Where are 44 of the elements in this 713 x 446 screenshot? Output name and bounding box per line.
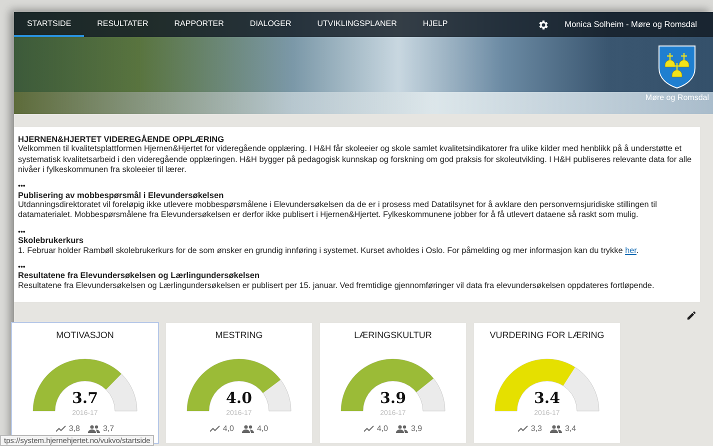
edit-pencil-icon[interactable] (686, 310, 697, 321)
trend-line-icon (518, 425, 528, 432)
nav-tab[interactable]: DIALOGER (236, 12, 304, 37)
news-title: Skolebrukerkurs (18, 235, 84, 246)
settings-icon[interactable] (536, 18, 549, 30)
news-text: Resultatene fra Elevundersøkelsen og Lærlingundersøkelsen er publisert per 15. januar. Ved fremtidige gjennomføringer vil data fra elevundersøkelsen oppdateres fortløpende. (18, 280, 656, 291)
card-title: MESTRING (215, 329, 263, 342)
people-icon (88, 424, 100, 432)
group-value: 3,9 (411, 422, 422, 434)
trend-value: 3,3 (530, 422, 542, 434)
trend-value: 4,0 (376, 422, 388, 434)
nav-tab[interactable]: RAPPORTER (161, 12, 237, 37)
people-icon (242, 424, 254, 432)
nav-tab[interactable]: RESULTATER (84, 12, 162, 37)
trend-value: 4,0 (222, 422, 234, 434)
people-icon (396, 424, 408, 432)
group-value: 3,7 (103, 422, 114, 434)
news-title: Publisering av mobbespørsmål i Elevundersøkelsen (18, 190, 225, 200)
region-name: Møre og Romsdal (645, 92, 709, 104)
trend-line-icon (364, 425, 374, 432)
group-value: 4,0 (257, 422, 268, 434)
news-text: 1. Februar holder Rambøll skolebrukerkurs for de som ønsker en grundig innføring i systemet. Kurset avholdes i Oslo. For påmelding og mer informasjon kan du trykke her. (18, 246, 640, 256)
news-title: Resultatene fra Elevundersøkelsen og Lærlingundersøkelsen (18, 270, 261, 281)
nav-tab[interactable]: HJELP (410, 12, 461, 37)
gauge-value: 3.4 (534, 388, 560, 406)
trend-value: 3,8 (68, 422, 80, 434)
group-value: 3,4 (565, 422, 576, 434)
gauge-value: 4.0 (226, 388, 252, 406)
trend-line-icon (56, 425, 66, 432)
nav-tab[interactable]: UTVIKLINGSPLANER (304, 12, 410, 37)
gauge-value: 3.7 (72, 388, 98, 406)
gauge-value: 3.9 (380, 388, 406, 406)
nav-tab[interactable]: STARTSIDE (14, 12, 84, 37)
news-text: Utdanningsdirektoratet vil foreløpig ikke utlevere mobbespørsmålene i Elevundersøkelsen da de er i prosess med Datatilsynet for å avklare den personvernsjuridiske stillingen til datamaterialet. Mobbespørsmålene fra Elevundersøkelsen er derfor ikke publisert i Hjernen&Hjertet. Fylkeskommunene jobber for å få utlevert dataene så raskt som mulig. (18, 200, 658, 221)
news-text: Velkommen til kvalitetsplattformen Hjernen&Hjertet for videregående opplæring. I H&H får skoleeier og skole samlet kvalitetsindikatorer fra ulike kilder med henblikk på å understøtte et systematisk kvalitetsarbeid i den videregående opplæringen. H&H bygger på pedagogisk kunnskap og forskning om god praksis for skoleutvikling. I H&H publiseres relevante data for alle nivåer i fylkeskommunen fra skoleeier til lærer. (18, 144, 693, 176)
info-link[interactable]: her (625, 246, 636, 255)
news-title: HJERNEN&HJERTET VIDEREGÅENDE OPPLÆRING (18, 134, 226, 144)
user-name[interactable]: Monica Solheim - Møre og Romsdal (564, 18, 697, 31)
trend-line-icon (210, 425, 220, 432)
card-title: MOTIVASJON (56, 329, 114, 342)
coat-of-arms-logo (658, 45, 696, 89)
card-title: LÆRINGSKULTUR (354, 329, 432, 342)
card-title: VURDERING FOR LÆRING (490, 329, 604, 342)
people-icon (550, 424, 562, 432)
